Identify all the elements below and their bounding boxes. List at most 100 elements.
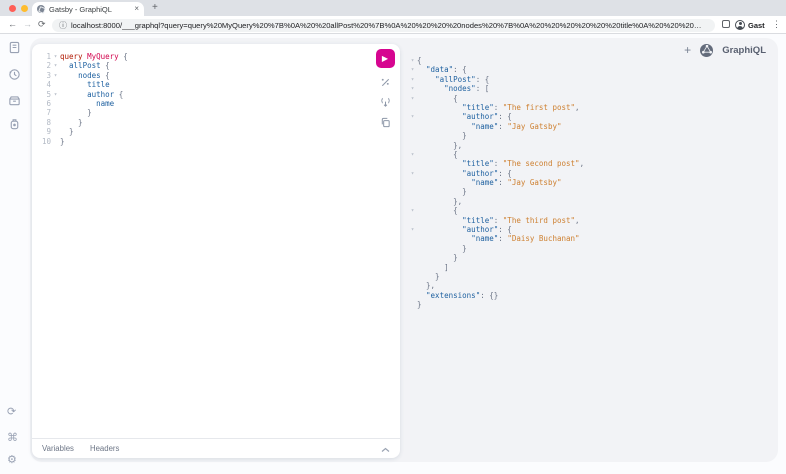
code-line: 6 name (38, 99, 400, 108)
code-text: } (60, 118, 83, 127)
code-text: "data": { (417, 65, 467, 74)
site-info-icon[interactable]: ⓘ (59, 20, 67, 31)
fold-arrow-icon[interactable]: ▾ (408, 150, 417, 159)
code-line: }, (408, 197, 778, 206)
copy-query-icon[interactable] (380, 117, 391, 128)
graphiql-app: ⟳ ⌘ ⚙ + GraphiQL 1▾query MyQuery {2▾ all… (0, 35, 786, 474)
code-line: 1▾query MyQuery { (38, 52, 400, 61)
fold-arrow-icon[interactable]: ▾ (51, 90, 60, 99)
code-line: 4 title (38, 80, 400, 89)
fold-arrow-icon[interactable]: ▾ (408, 112, 417, 121)
tab-variables[interactable]: Variables (42, 444, 74, 453)
fold-spacer (408, 141, 417, 150)
fold-spacer (408, 197, 417, 206)
editor-toolbar: ▶ (375, 49, 395, 128)
code-line: ▾ { (408, 206, 778, 215)
graphiql-sessions: + GraphiQL 1▾query MyQuery {2▾ allPost {… (30, 38, 778, 462)
code-text: "author": { (417, 112, 512, 121)
url-text[interactable]: localhost:8000/___graphql?query=query%20… (71, 21, 708, 30)
profile-avatar-icon (735, 20, 745, 30)
code-text: title (60, 80, 110, 89)
explorer-icon[interactable] (8, 94, 21, 107)
line-number: 5 (38, 90, 51, 99)
fold-spacer (408, 216, 417, 225)
profile-chip[interactable]: Gast (735, 18, 765, 32)
close-window-button[interactable] (9, 5, 16, 12)
code-text: } (417, 131, 467, 140)
tab-close-icon[interactable]: × (134, 5, 139, 13)
code-text: } (60, 137, 65, 146)
code-text: }, (417, 141, 462, 150)
browser-tab[interactable]: Gatsby - GraphiQL × (32, 2, 144, 16)
browser-menu-icon[interactable]: ⋮ (772, 19, 781, 30)
query-editor[interactable]: 1▾query MyQuery {2▾ allPost {3▾ nodes {4… (32, 44, 400, 438)
tab-headers[interactable]: Headers (90, 444, 119, 453)
code-text: { (417, 150, 458, 159)
fold-spacer (408, 234, 417, 243)
code-text: ] (417, 263, 449, 272)
code-text: "title": "The first post", (417, 103, 580, 112)
keyboard-shortcuts-icon[interactable]: ⌘ (7, 432, 18, 444)
fold-spacer (51, 80, 60, 89)
tab-title: Gatsby - GraphiQL (49, 5, 130, 14)
code-text: "allPost": { (417, 75, 489, 84)
code-exporter-icon[interactable] (8, 118, 21, 131)
editor-tools-bar: Variables Headers (32, 438, 400, 458)
fold-arrow-icon[interactable]: ▾ (51, 61, 60, 70)
code-line: } (408, 300, 778, 309)
code-line: 10 } (38, 137, 400, 146)
new-tab-button[interactable]: + (152, 2, 158, 13)
code-text: "name": "Daisy Buchanan" (417, 234, 580, 243)
code-text: } (417, 253, 458, 262)
line-number: 7 (38, 108, 51, 117)
line-number: 9 (38, 127, 51, 136)
refetch-schema-icon[interactable]: ⟳ (7, 406, 16, 418)
code-line: ▾ { (408, 94, 778, 103)
code-line: ▾ "author": { (408, 225, 778, 234)
code-text: { (417, 94, 458, 103)
code-line: "name": "Jay Gatsby" (408, 122, 778, 131)
merge-fragments-icon[interactable] (380, 97, 391, 108)
address-bar[interactable]: ⓘ localhost:8000/___graphql?query=query%… (52, 19, 715, 32)
fold-spacer (408, 281, 417, 290)
browser-tab-strip: Gatsby - GraphiQL × + (0, 0, 786, 16)
fold-arrow-icon[interactable]: ▾ (51, 52, 60, 61)
code-text: "title": "The third post", (417, 216, 580, 225)
settings-gear-icon[interactable]: ⚙ (7, 454, 17, 466)
back-button[interactable]: ← (8, 19, 17, 29)
fold-spacer (51, 137, 60, 146)
minimize-window-button[interactable] (21, 5, 28, 12)
code-line: "title": "The third post", (408, 216, 778, 225)
fold-arrow-icon[interactable]: ▾ (408, 94, 417, 103)
fold-spacer (51, 108, 60, 117)
code-line: } (408, 131, 778, 140)
fold-arrow-icon[interactable]: ▾ (408, 84, 417, 93)
side-panel-icon[interactable] (722, 20, 730, 28)
line-number: 8 (38, 118, 51, 127)
fold-arrow-icon[interactable]: ▾ (408, 75, 417, 84)
history-icon[interactable] (8, 68, 21, 81)
code-line: }, (408, 141, 778, 150)
docs-icon[interactable] (8, 41, 21, 54)
code-line: ▾ "author": { (408, 169, 778, 178)
forward-button[interactable]: → (23, 19, 32, 29)
code-text: }, (417, 197, 462, 206)
reload-button[interactable]: ⟳ (38, 19, 46, 30)
fold-spacer (51, 118, 60, 127)
code-text: }, (417, 281, 435, 290)
fold-arrow-icon[interactable]: ▾ (51, 71, 60, 80)
execute-query-button[interactable]: ▶ (376, 49, 395, 68)
fold-arrow-icon[interactable]: ▾ (408, 56, 417, 65)
fold-arrow-icon[interactable]: ▾ (408, 65, 417, 74)
line-number: 6 (38, 99, 51, 108)
code-text: "extensions": {} (417, 291, 498, 300)
prettify-query-icon[interactable] (380, 77, 391, 88)
fold-arrow-icon[interactable]: ▾ (408, 206, 417, 215)
editors-panel: 1▾query MyQuery {2▾ allPost {3▾ nodes {4… (32, 44, 400, 458)
collapse-editor-tools-icon[interactable] (381, 440, 390, 458)
code-line: }, (408, 281, 778, 290)
fold-arrow-icon[interactable]: ▾ (408, 225, 417, 234)
code-text: allPost { (60, 61, 110, 70)
fold-arrow-icon[interactable]: ▾ (408, 169, 417, 178)
code-line: } (408, 253, 778, 262)
